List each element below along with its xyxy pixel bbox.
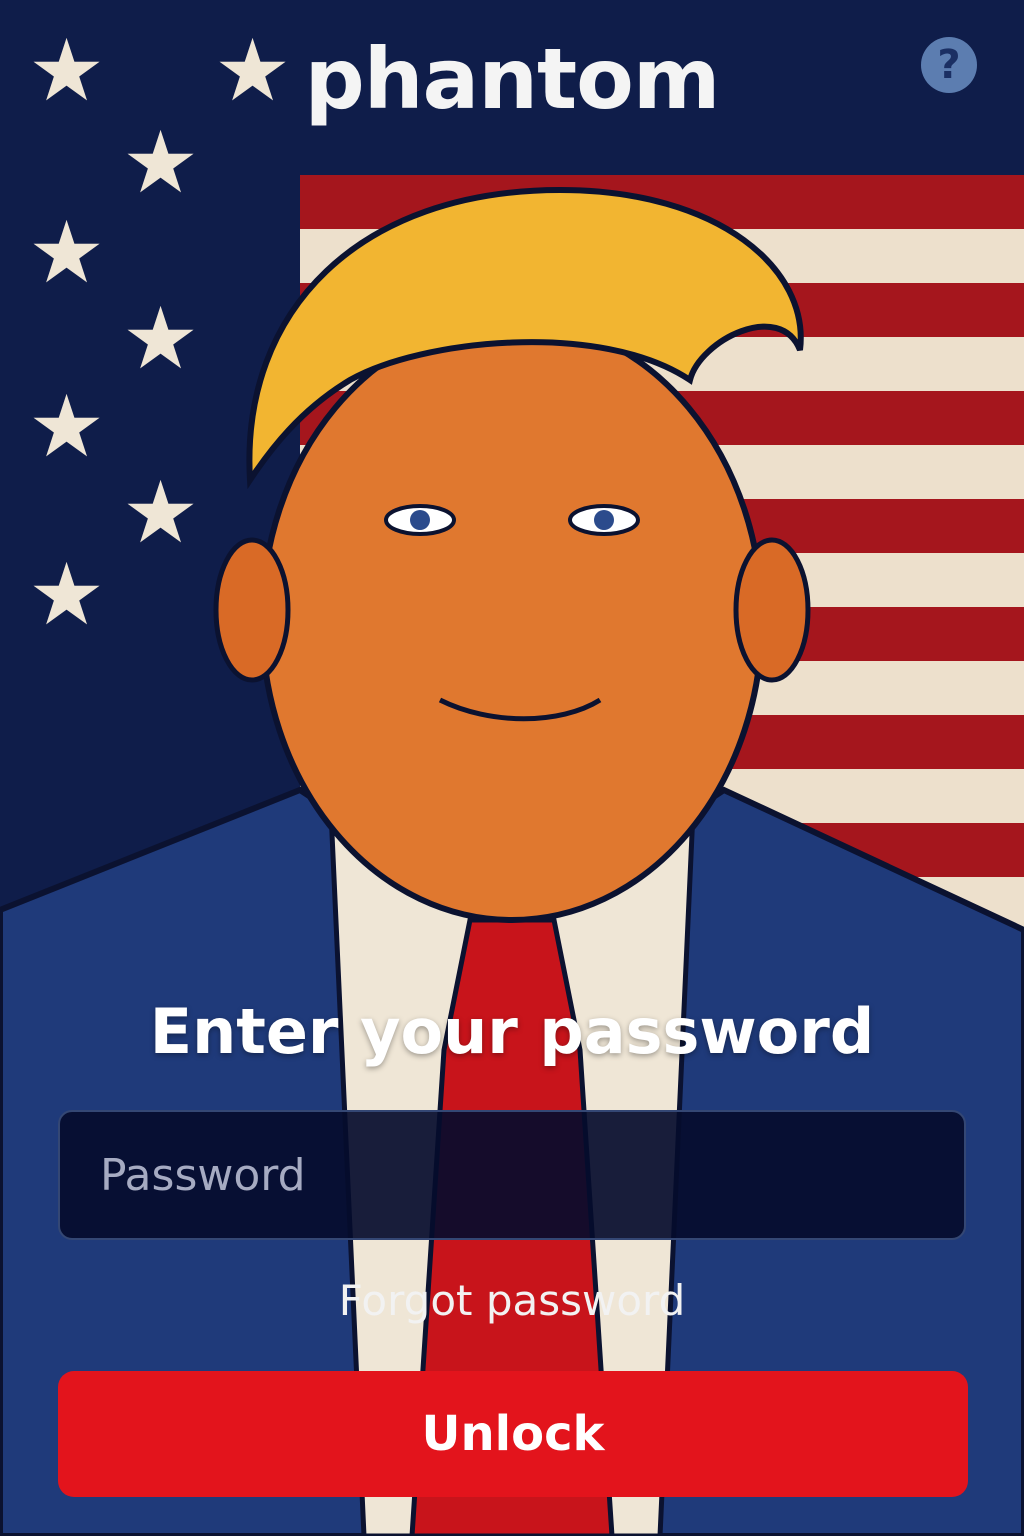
- help-icon[interactable]: ?: [921, 37, 977, 93]
- password-field[interactable]: Password: [58, 1110, 966, 1240]
- forgot-password-link[interactable]: Forgot password: [0, 1276, 1024, 1325]
- portrait-illustration: [0, 186, 1024, 1536]
- page-title: Enter your password: [149, 995, 875, 1068]
- app-logo: phantom: [304, 30, 721, 128]
- unlock-button[interactable]: Unlock: [58, 1371, 968, 1497]
